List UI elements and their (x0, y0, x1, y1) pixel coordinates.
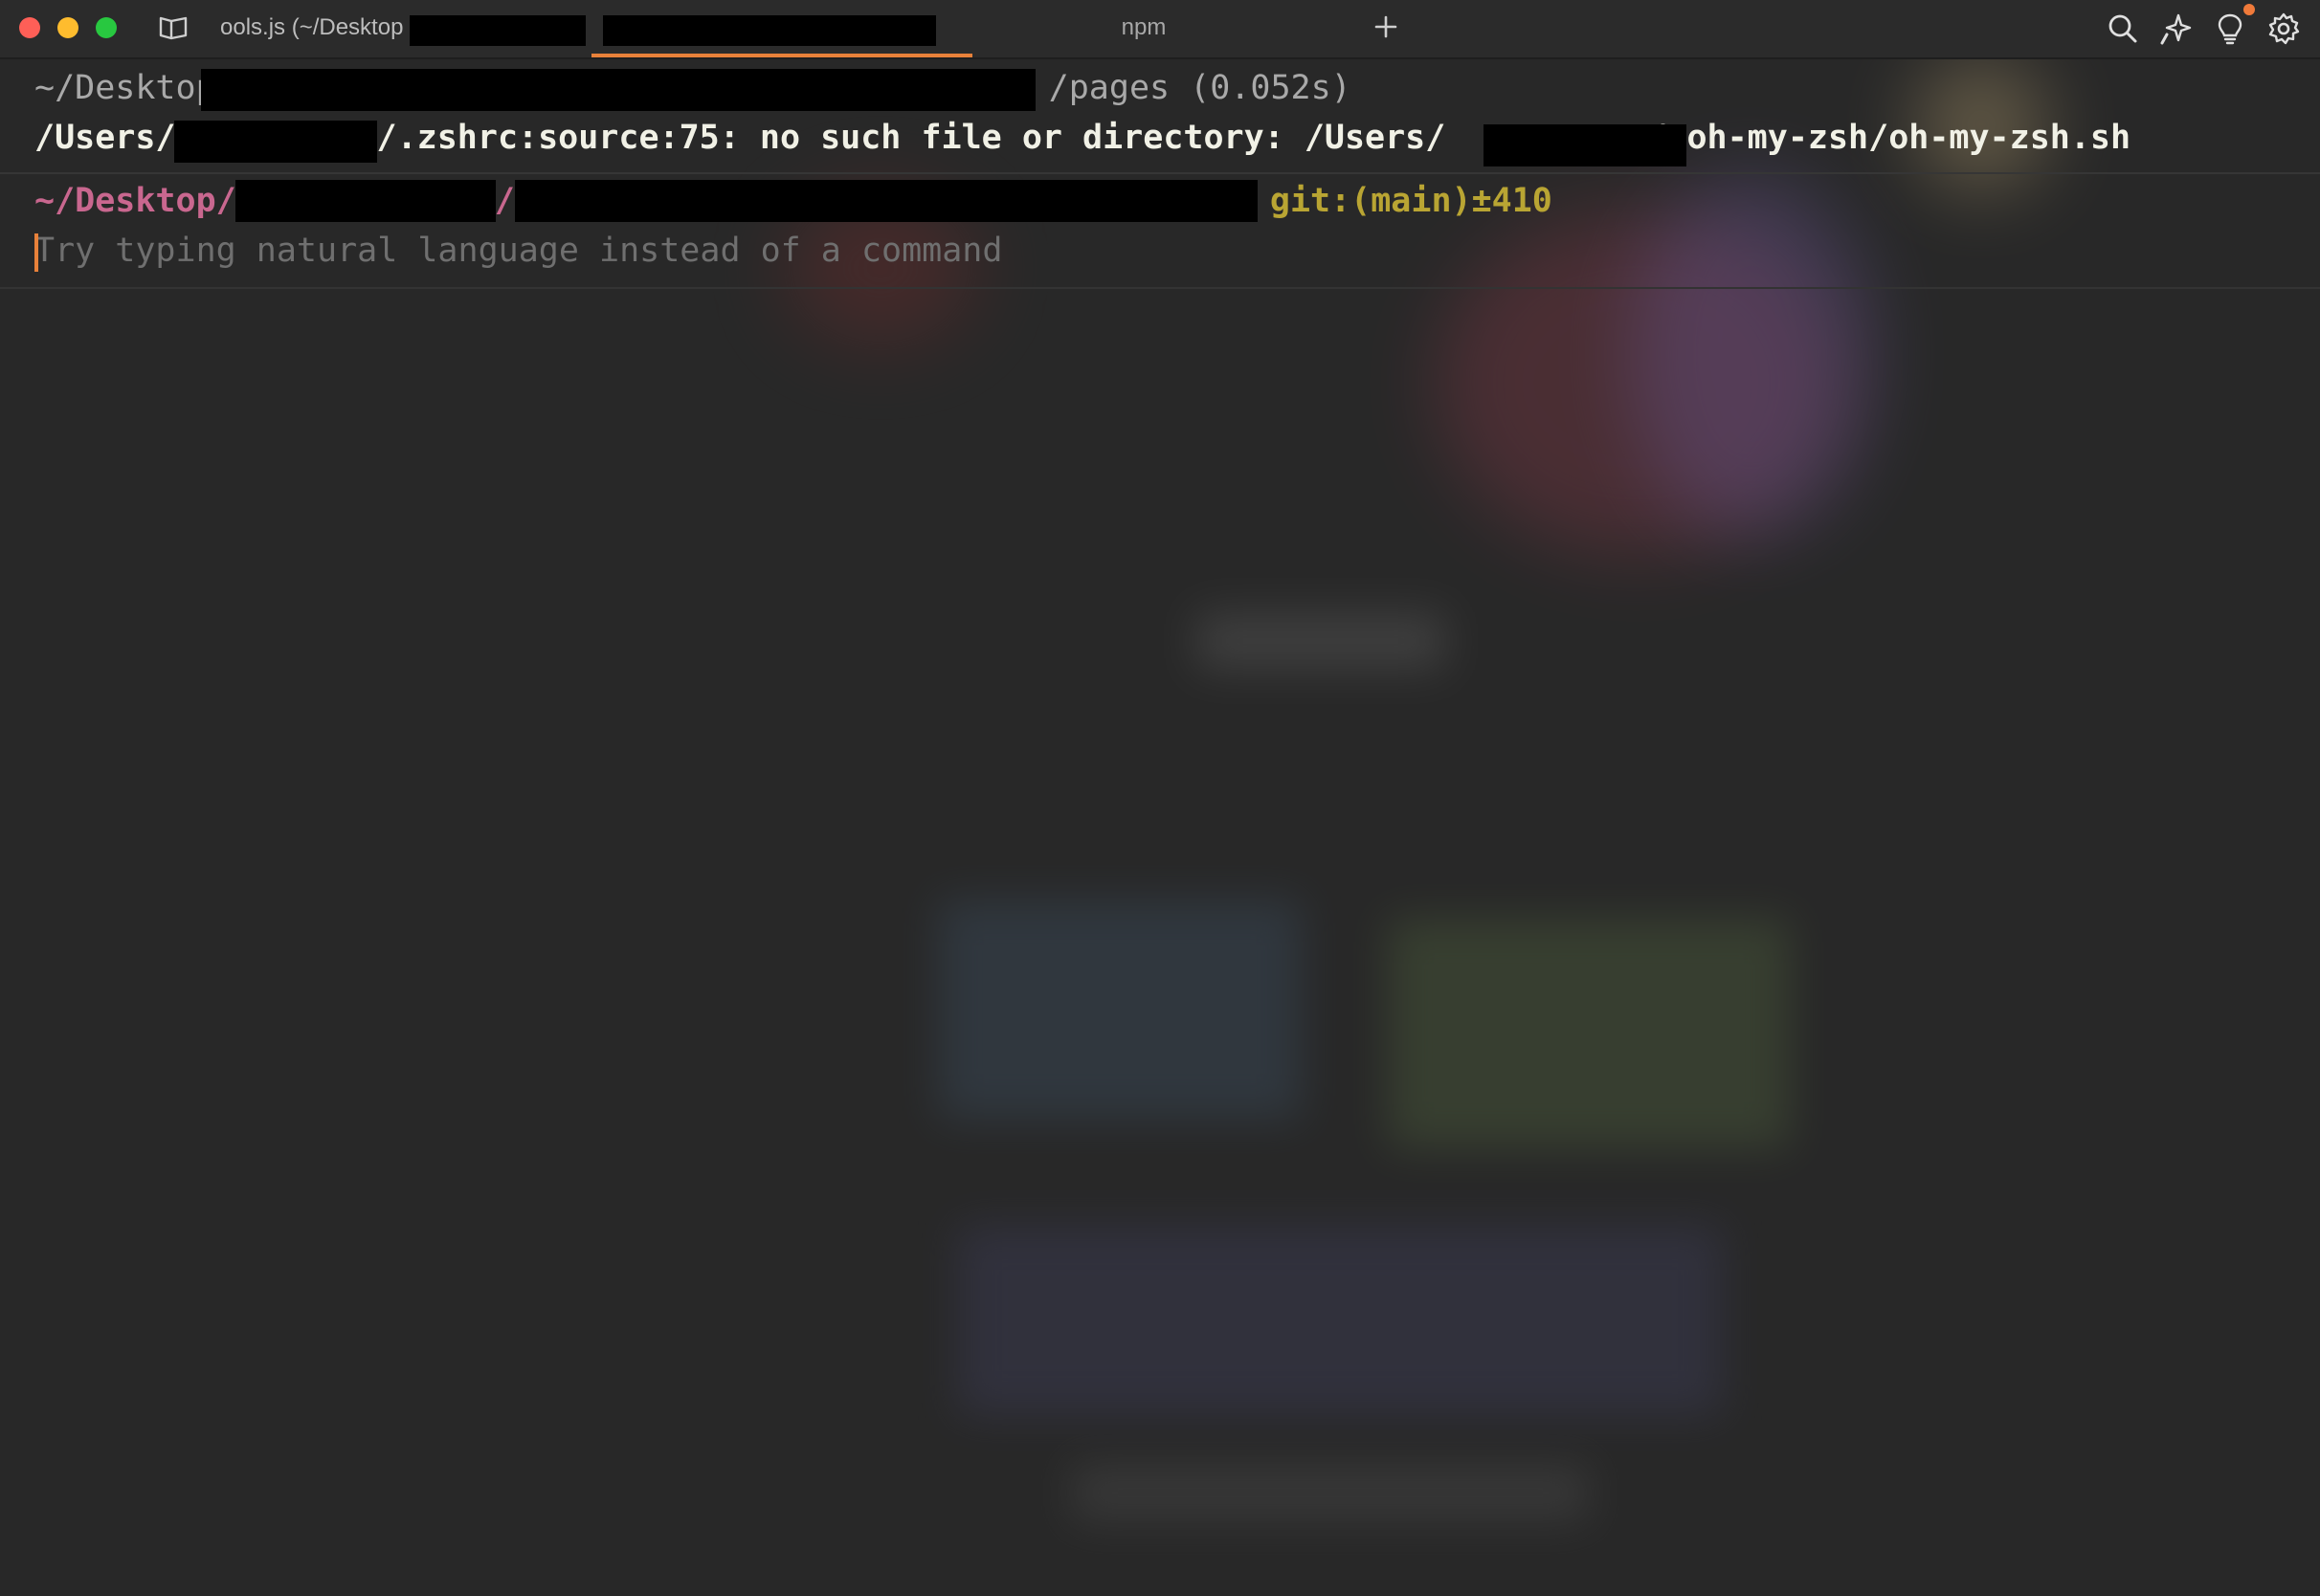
search-icon[interactable] (2106, 11, 2140, 46)
command-suffix: /pages (0.052s) (1048, 69, 1351, 107)
gear-icon[interactable] (2266, 11, 2301, 46)
tab-label: ools.js (~/Desktop (220, 14, 404, 40)
redacted-region (235, 180, 496, 222)
lightbulb-icon[interactable] (2213, 11, 2247, 46)
tab-label: npm (1121, 14, 1167, 40)
error-prefix: /Users/ (34, 119, 176, 157)
tab-npm[interactable]: npm (1034, 0, 1254, 57)
notification-dot (2243, 4, 2255, 15)
prompt-block[interactable]: ~/Desktop//(git:(main)±410 Try typing na… (0, 174, 2320, 289)
command-block[interactable]: ~/Desktop/pages (0.052s) /Users/ /.zshrc:… (0, 59, 2320, 174)
error-suffix: /.oh-my-zsh/oh-my-zsh.sh (1646, 119, 2131, 157)
redacted-region (603, 15, 936, 46)
title-bar: ools.js (~/Desktop npm (0, 0, 2320, 59)
close-button[interactable] (19, 17, 40, 38)
redacted-region (410, 15, 586, 46)
redacted-region (515, 180, 1258, 222)
new-tab-button[interactable] (1371, 11, 1401, 42)
background-blur (1388, 919, 1790, 1148)
redacted-region (201, 69, 1036, 111)
error-message: /.zshrc:source:75: no such file or direc… (376, 119, 1446, 157)
background-blur (957, 1225, 1723, 1416)
zoom-button[interactable] (96, 17, 117, 38)
sidebar-toggle-icon[interactable] (157, 13, 190, 42)
text-cursor (34, 233, 38, 272)
command-prefix: ~/Desktop (34, 69, 216, 107)
redacted-region (174, 121, 377, 163)
command-input[interactable]: Try typing natural language instead of a… (34, 232, 1002, 270)
background-blur (938, 899, 1302, 1119)
terminal-window: ools.js (~/Desktop npm ~/Desktop /pages … (0, 0, 2320, 1596)
git-status: git:(main)±410 (1269, 182, 1552, 220)
minimize-button[interactable] (57, 17, 78, 38)
background-blur (1196, 612, 1445, 670)
ai-sparkle-icon[interactable] (2159, 11, 2194, 46)
prompt-path-prefix: ~/Desktop/ (34, 182, 236, 220)
redacted-region (1483, 124, 1686, 166)
background-blur (1072, 1464, 1589, 1521)
